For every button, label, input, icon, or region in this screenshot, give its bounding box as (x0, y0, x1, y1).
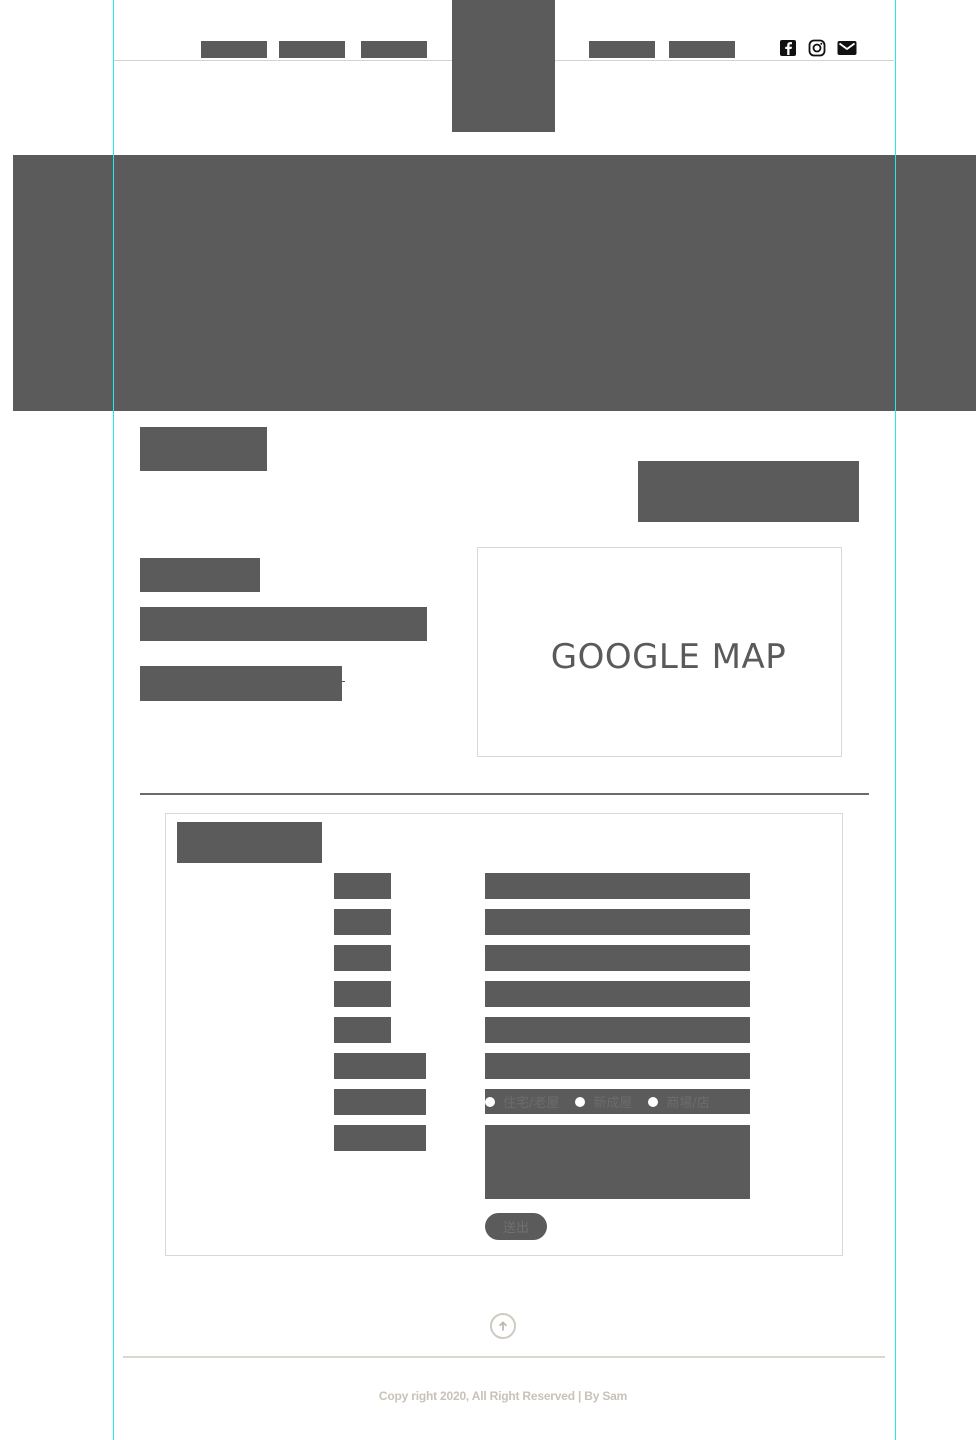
back-to-top-button[interactable] (490, 1313, 516, 1339)
section-title (140, 427, 267, 471)
social-links (778, 38, 857, 58)
radio-label-3: 商場/店 (666, 1096, 710, 1111)
form-input-6[interactable] (485, 1053, 750, 1079)
radio-option-1[interactable]: 住宅/老屋 (485, 1092, 559, 1111)
form-label-2 (334, 909, 391, 935)
form-label-4 (334, 981, 391, 1007)
property-type-radio-group: 住宅/老屋 新成屋 商場/店 (485, 1089, 750, 1114)
instagram-icon[interactable] (807, 38, 827, 58)
submit-button[interactable]: 送出 (485, 1213, 547, 1240)
radio-dot[interactable] (485, 1096, 495, 1107)
form-input-1[interactable] (485, 873, 750, 899)
form-label-1 (334, 873, 391, 899)
radio-label-2: 新成屋 (593, 1096, 633, 1111)
radio-label-1: 住宅/老屋 (503, 1096, 560, 1111)
nav-item-5[interactable] (669, 41, 735, 58)
radio-dot[interactable] (575, 1096, 586, 1107)
contact-heading (140, 558, 260, 592)
form-title (177, 822, 322, 863)
nav-item-4[interactable] (589, 41, 655, 58)
cursor-mark (341, 681, 345, 682)
nav-item-2[interactable] (279, 41, 345, 58)
contact-phone (140, 666, 342, 701)
form-label-8 (334, 1125, 426, 1151)
section-divider (140, 793, 869, 795)
radio-option-2[interactable]: 新成屋 (575, 1092, 632, 1111)
nav-item-3[interactable] (361, 41, 427, 58)
arrow-up-icon (499, 1321, 507, 1331)
map-label: GOOGLE MAP (550, 637, 787, 677)
logo[interactable] (452, 0, 555, 132)
message-textarea[interactable] (485, 1125, 750, 1199)
radio-option-3[interactable]: 商場/店 (648, 1092, 710, 1111)
form-input-5[interactable] (485, 1017, 750, 1043)
form-label-6 (334, 1053, 426, 1079)
form-input-2[interactable] (485, 909, 750, 935)
mail-icon[interactable] (836, 38, 857, 58)
google-map[interactable]: GOOGLE MAP (477, 547, 842, 757)
form-label-5 (334, 1017, 391, 1043)
radio-dot[interactable] (648, 1096, 659, 1107)
form-label-7 (334, 1089, 426, 1115)
footer-divider (123, 1356, 885, 1358)
copyright-text: Copy right 2020, All Right Reserved | By… (378, 1389, 628, 1403)
contact-address (140, 607, 427, 641)
hero-banner (13, 155, 976, 411)
layout-guide-right (895, 0, 896, 1440)
form-input-4[interactable] (485, 981, 750, 1007)
layout-guide-left (113, 0, 114, 1440)
facebook-icon[interactable] (778, 38, 798, 58)
cta-block[interactable] (638, 461, 859, 522)
form-input-3[interactable] (485, 945, 750, 971)
nav-item-1[interactable] (201, 41, 267, 58)
form-label-3 (334, 945, 391, 971)
